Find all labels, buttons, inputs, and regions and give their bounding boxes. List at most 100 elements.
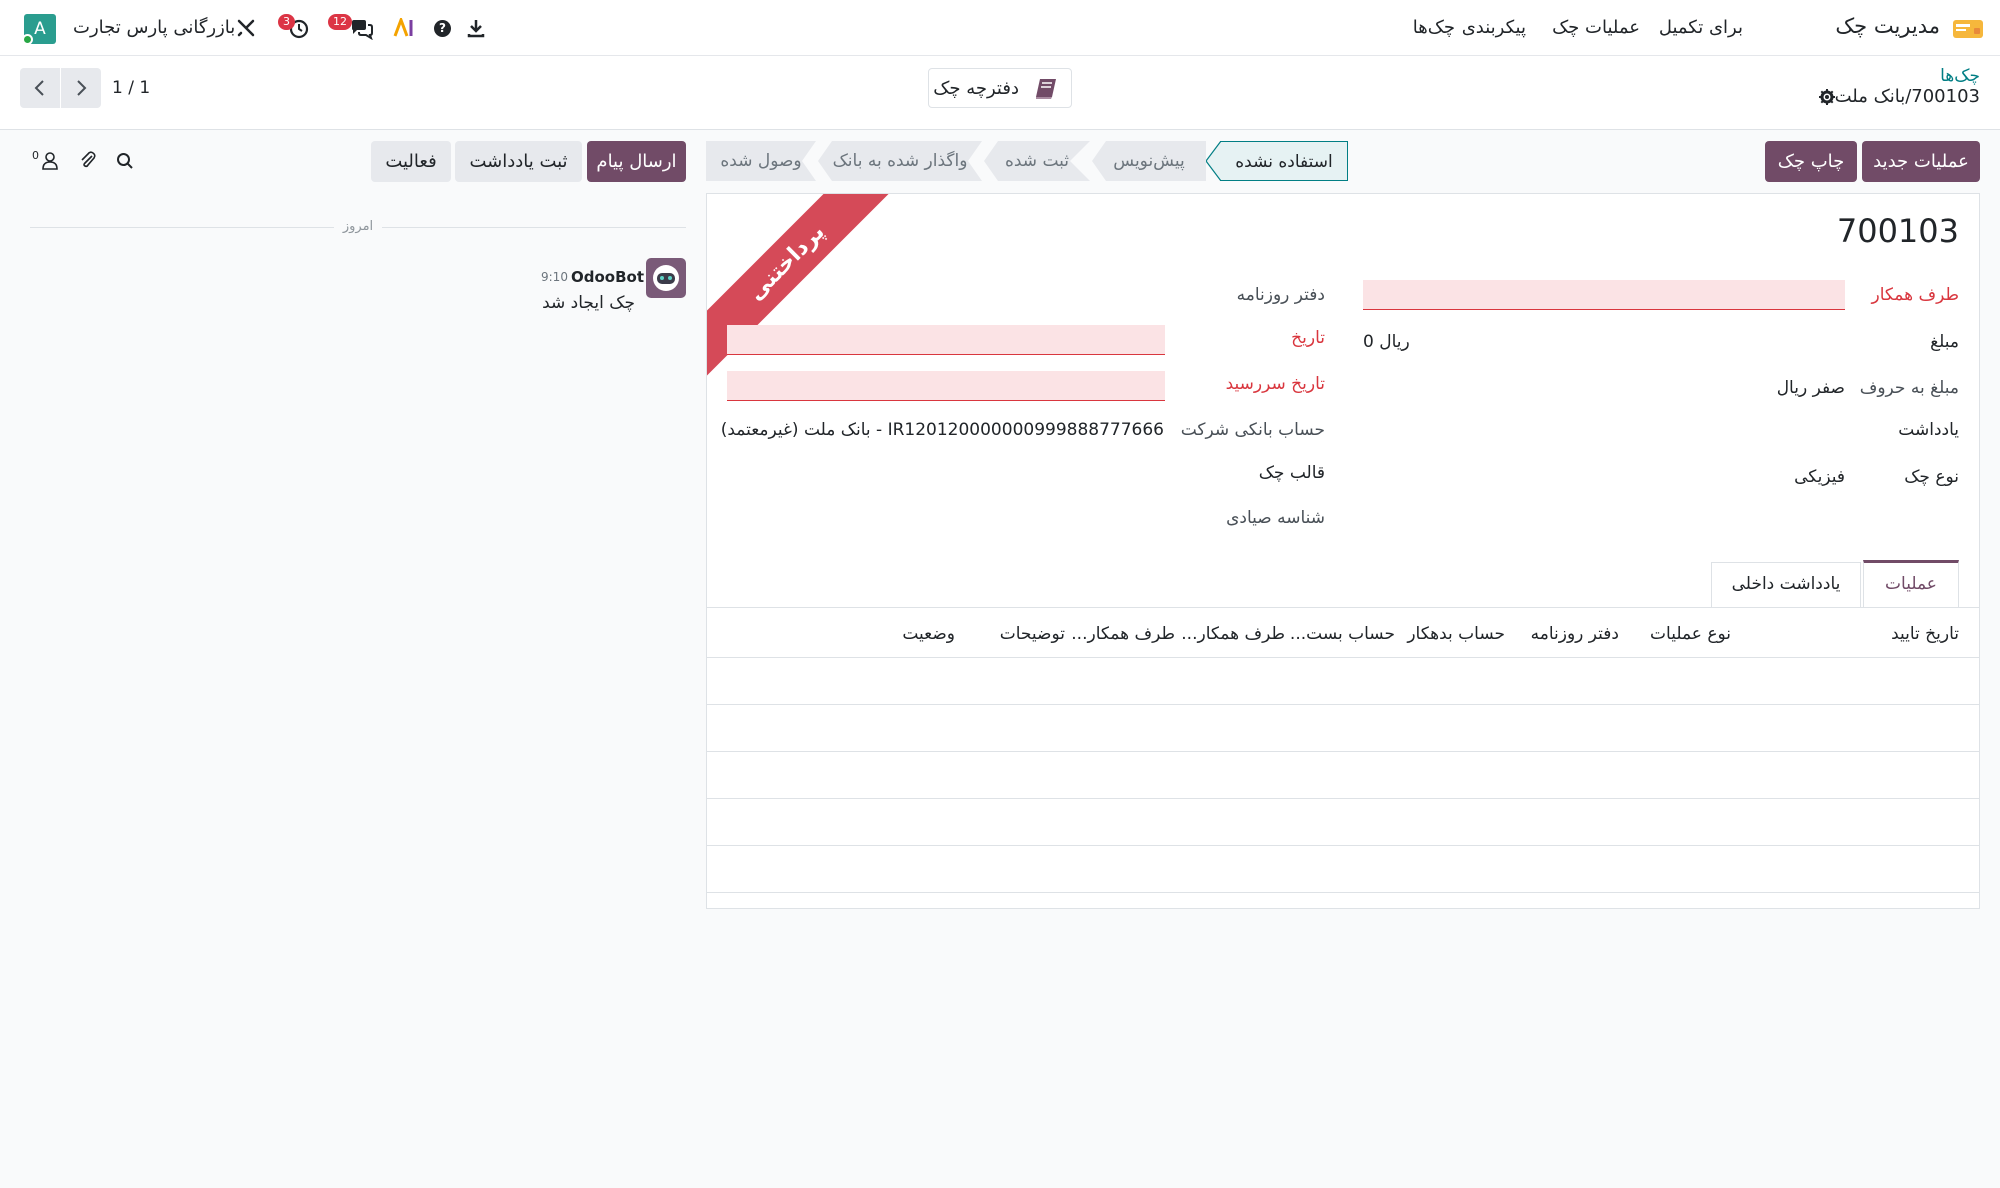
bank-account-value[interactable]: IR120120000000999888777666 - بانک ملت (غ…	[721, 420, 1164, 440]
stage-unused-label: استفاده نشده	[1235, 152, 1333, 172]
partner-input[interactable]	[1363, 280, 1845, 310]
sayad-id-label: شناسه صیادی	[1226, 508, 1325, 528]
table-row-line	[707, 892, 1979, 893]
log-note-label: ثبت یادداشت	[469, 151, 568, 172]
table-row-line	[707, 704, 1979, 705]
breadcrumb-current: 700103/بانک ملت	[1834, 86, 1980, 107]
tab-operations-label: عملیات	[1885, 574, 1937, 594]
stage-unused-arrow	[1205, 140, 1222, 182]
date-input[interactable]	[727, 325, 1165, 355]
amount-value[interactable]: ریال 0	[1363, 332, 1410, 352]
message-time: 9:10	[541, 270, 568, 284]
breadcrumb-parent[interactable]: چک‌ها	[1940, 66, 1980, 86]
amount-words-value: صفر ریال	[1776, 378, 1845, 398]
control-panel: چک‌ها 700103/بانک ملت دفترچه چک 1 / 1	[0, 56, 2000, 130]
stage-draft-label: پیش‌نویس	[1113, 151, 1185, 171]
send-message-button[interactable]: ارسال پیام	[587, 141, 686, 182]
check-number: 700103	[1836, 212, 1959, 250]
pager-next-button[interactable]	[61, 68, 101, 108]
col-description[interactable]: توضیحات	[1000, 624, 1065, 644]
stage-unused[interactable]: استفاده نشده	[1220, 141, 1348, 181]
checkbook-button[interactable]: دفترچه چک	[928, 68, 1072, 108]
col-partner-1[interactable]: طرف همکار...	[1181, 624, 1285, 644]
stage-draft[interactable]: پیش‌نویس	[1092, 141, 1206, 181]
date-separator-label: امروز	[342, 219, 374, 234]
messages-badge: 12	[328, 14, 352, 30]
print-check-label: چاپ چک	[1777, 151, 1845, 172]
download-icon[interactable]	[467, 18, 485, 38]
book-icon	[1033, 77, 1059, 101]
table-row-line	[707, 845, 1979, 846]
avatar-letter: A	[34, 19, 46, 39]
amount-words-label: مبلغ به حروف	[1859, 378, 1959, 398]
print-check-button[interactable]: چاپ چک	[1765, 141, 1857, 182]
check-type-label: نوع چک	[1904, 467, 1959, 487]
app-icon[interactable]	[1952, 18, 1984, 40]
stage-assigned-label: واگذار شده به بانک	[832, 151, 968, 171]
debug-tools-icon[interactable]	[236, 18, 256, 38]
activity-label: فعالیت	[385, 151, 437, 172]
tab-internal-note[interactable]: یادداشت داخلی	[1711, 562, 1861, 607]
col-journal[interactable]: دفتر روزنامه	[1531, 624, 1619, 644]
col-approval-date[interactable]: تاریخ تایید	[1891, 624, 1959, 644]
record-gear-icon[interactable]	[1819, 89, 1835, 105]
bank-account-label: حساب بانکی شرکت	[1180, 420, 1325, 440]
stage-assigned-to-bank[interactable]: واگذار شده به بانک	[818, 141, 982, 181]
stage-posted[interactable]: ثبت شده	[984, 141, 1090, 181]
stage-collected-label: وصول شده	[720, 151, 802, 171]
tab-internal-note-label: یادداشت داخلی	[1731, 574, 1841, 594]
col-credit-account[interactable]: حساب بست...	[1290, 624, 1395, 644]
partner-label: طرف همکار	[1871, 285, 1959, 305]
due-date-input[interactable]	[727, 371, 1165, 401]
messages-chat-icon[interactable]	[350, 18, 374, 41]
log-note-button[interactable]: ثبت یادداشت	[455, 141, 582, 182]
ribbon-band: پرداختنی	[707, 194, 907, 386]
amount-label: مبلغ	[1930, 332, 1959, 352]
message-author[interactable]: OdooBot	[571, 268, 644, 286]
help-icon[interactable]: ?	[434, 20, 451, 37]
col-operation-type[interactable]: نوع عملیات	[1650, 624, 1731, 644]
pager-prev-button[interactable]	[20, 68, 60, 108]
send-message-label: ارسال پیام	[596, 151, 677, 172]
check-type-value[interactable]: فیزیکی	[1794, 467, 1845, 487]
ribbon-corner: پرداختنی	[707, 194, 907, 394]
online-status-dot	[22, 34, 33, 45]
menu-check-operations[interactable]: عملیات چک	[1552, 17, 1640, 38]
activities-badge: 3	[278, 14, 295, 30]
company-switcher[interactable]: بازرگانی پارس تجارت	[73, 17, 235, 38]
tabs-divider	[707, 607, 1979, 608]
new-operation-label: عملیات جدید	[1873, 151, 1969, 172]
stage-collected[interactable]: وصول شده	[706, 141, 816, 181]
app-title[interactable]: مدیریت چک	[1835, 14, 1940, 38]
odoobot-avatar[interactable]	[646, 258, 686, 298]
menu-checks[interactable]: چک‌ها	[1413, 17, 1455, 38]
menu-to-complete[interactable]: برای تکمیل	[1659, 17, 1743, 38]
menu-configuration[interactable]: پیکربندی	[1462, 17, 1526, 38]
pager-value[interactable]: 1 / 1	[112, 78, 150, 98]
table-row-line	[707, 798, 1979, 799]
due-date-label: تاریخ سررسید	[1225, 374, 1325, 394]
chevron-right-icon	[77, 80, 87, 96]
ribbon-label: پرداختنی	[743, 219, 830, 306]
followers-icon[interactable]	[40, 151, 60, 171]
stage-posted-label: ثبت شده	[1004, 151, 1070, 171]
journal-label: دفتر روزنامه	[1236, 285, 1325, 305]
attachment-icon[interactable]	[78, 150, 98, 170]
tab-operations[interactable]: عملیات	[1863, 560, 1959, 607]
table-row-line	[707, 751, 1979, 752]
col-status[interactable]: وضعیت	[902, 624, 955, 644]
followers-count: 0	[32, 149, 39, 162]
new-operation-button[interactable]: عملیات جدید	[1862, 141, 1980, 182]
ai-logo-icon[interactable]	[393, 15, 415, 38]
checkbook-button-label: دفترچه چک	[933, 78, 1019, 99]
date-separator: امروز	[334, 217, 382, 237]
memo-label: یادداشت	[1898, 420, 1959, 440]
activity-button[interactable]: فعالیت	[371, 141, 451, 182]
col-partner-2[interactable]: طرف همکار...	[1071, 624, 1175, 644]
col-debit-account[interactable]: حساب بدهکار	[1407, 624, 1505, 644]
date-label: تاریخ	[1291, 328, 1325, 348]
table-header-line	[707, 657, 1979, 658]
form-sheet: پرداختنی 700103 طرف همکار مبلغ ریال 0 مب…	[706, 193, 1980, 909]
search-icon[interactable]	[116, 152, 134, 170]
top-navbar: مدیریت چک چک‌ها برای تکمیل عملیات چک پیک…	[0, 0, 2000, 56]
